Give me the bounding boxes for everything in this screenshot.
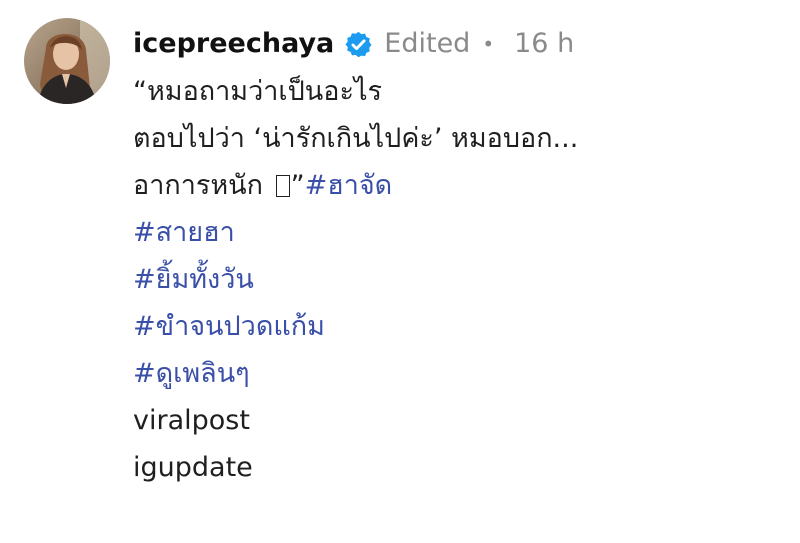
missing-glyph-box-icon [275,175,290,197]
hashtag-link[interactable]: #ขำจนปวดแก้ม [133,311,325,342]
hashtag-link[interactable]: #สายฮา [133,217,235,248]
hashtag-line: #ยิ้มทั้งวัน [133,256,790,303]
verified-badge-icon [344,30,373,59]
username-link[interactable]: icepreechaya [133,22,334,66]
separator-dot: • [482,32,495,56]
edited-label: Edited [384,28,471,59]
hashtag-line: #ขำจนปวดแก้ม [133,303,790,350]
caption: “หมอถามว่าเป็นอะไร ตอบไปว่า ‘น่ารักเกินไ… [133,68,790,491]
plain-tag: igupdate [133,452,253,483]
hashtag-link[interactable]: #ดูเพลินๆ [133,358,250,389]
caption-line-1: “หมอถามว่าเป็นอะไร [133,76,383,107]
plain-tag: viralpost [133,405,250,436]
hashtag-line: #สายฮา [133,209,790,256]
comment-body: icepreechaya Edited • 16 h “หมอถามว่าเป็… [133,22,790,491]
caption-line-2: ตอบไปว่า ‘น่ารักเกินไปค่ะ’ หมอบอก... [133,123,579,154]
hashtag-line: #ดูเพลินๆ [133,350,790,397]
hashtag-link[interactable]: #ฮาจัด [305,170,393,201]
comment-header: icepreechaya Edited • 16 h [133,22,790,66]
avatar[interactable] [24,18,110,104]
timestamp[interactable]: 16 h [514,22,574,66]
caption-line-3: อาการหนัก ”#ฮาจัด [133,162,790,209]
caption-line-3-text: อาการหนัก [133,170,263,201]
comment: icepreechaya Edited • 16 h “หมอถามว่าเป็… [0,0,800,543]
closing-quote: ” [290,170,305,201]
hashtag-link[interactable]: #ยิ้มทั้งวัน [133,264,254,295]
avatar-image [24,18,110,104]
